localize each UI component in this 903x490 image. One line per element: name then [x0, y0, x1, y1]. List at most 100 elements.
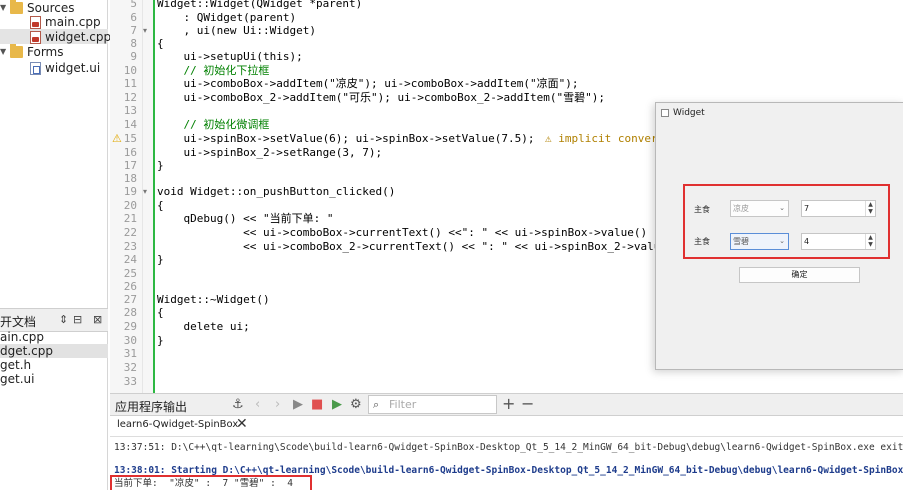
open-documents-title: 开文档 [0, 315, 37, 329]
line-number: 32 [123, 361, 137, 374]
chevron-down-icon[interactable]: ▼ [0, 0, 10, 16]
debug-run-icon[interactable]: ▶ [332, 397, 342, 412]
output-toolbar: 应用程序输出 ⚓ ‹ › ▶ ■ ▶ ⚙ ⌕ Filter + − [110, 393, 903, 416]
chevron-down-icon: ⌄ [779, 237, 785, 245]
line-number: 27 [123, 293, 137, 306]
open-doc-item[interactable]: ain.cpp [0, 330, 44, 344]
next-icon[interactable]: › [275, 397, 280, 412]
widget-app-window[interactable]: Widget 主食 凉皮 ⌄ 7 ▲ ▼ 主食 雪碧 ⌄ 4 ▲ ▼ 确定 [655, 102, 903, 370]
tab-output[interactable]: learn6-Qwidget-SpinBox [117, 419, 238, 430]
spin-up-icon[interactable]: ▲ [866, 201, 875, 208]
line-number: 5 [130, 0, 137, 10]
fold-toggle-icon[interactable]: ▾ [143, 185, 147, 199]
line-number: 18 [123, 172, 137, 185]
output-tabs: learn6-Qwidget-SpinBox ✕ [110, 416, 903, 437]
prev-icon[interactable]: ‹ [255, 397, 260, 412]
line-number: 13 [123, 104, 137, 117]
line-number: 26 [123, 280, 137, 293]
window-icon [661, 109, 669, 117]
open-documents-header: 开文档 ⇕ ⊟ ⊠ [0, 308, 108, 332]
code-editor[interactable]: 5 6 7 8 9 10 11 12 13 14 15 16 17 18 19 … [110, 0, 687, 393]
code-line: void Widget::on_pushButton_clicked() [157, 185, 396, 198]
warning-annotation: ⚠ implicit convers [545, 132, 665, 145]
gear-icon[interactable]: ⚙ [350, 397, 362, 412]
open-doc-item-selected[interactable]: dget.cpp [0, 344, 108, 358]
code-line: { [157, 199, 164, 212]
zoom-in-icon[interactable]: + [502, 394, 515, 413]
spin-up-icon[interactable]: ▲ [866, 234, 875, 241]
line-number: 31 [123, 347, 137, 360]
chevron-down-icon: ⌄ [779, 204, 785, 212]
spin-buttons[interactable]: ▲ ▼ [865, 201, 875, 216]
line-number: 21 [123, 212, 137, 225]
tree-item-main-cpp[interactable]: main.cpp [30, 14, 101, 30]
spin-buttons[interactable]: ▲ ▼ [865, 234, 875, 249]
line-number: 20 [123, 199, 137, 212]
warning-icon[interactable]: ⚠ [112, 132, 122, 146]
code-line: ui->comboBox_2->addItem("可乐"); ui->combo… [157, 91, 605, 104]
change-marker-bar [153, 0, 155, 393]
folder-icon [10, 0, 23, 14]
split-icon[interactable]: ⊟ [73, 313, 82, 326]
code-line: { [157, 306, 164, 319]
line-number: 22 [123, 226, 137, 239]
code-line: Widget::~Widget() [157, 293, 270, 306]
cpp-file-icon [30, 15, 41, 29]
code-line: ui->spinBox_2->setRange(3, 7); [157, 146, 383, 159]
run-icon[interactable]: ▶ [293, 397, 303, 412]
combo-value: 雪碧 [733, 237, 749, 246]
stop-icon[interactable]: ■ [311, 397, 323, 412]
attach-icon[interactable]: ⚓ [232, 397, 244, 412]
spin-box-1[interactable]: 7 ▲ ▼ [801, 200, 876, 217]
qt-creator-window: { "tree": { "items": [ {"label": "Source… [0, 0, 903, 490]
line-number: 28 [123, 306, 137, 319]
sort-arrows-icon[interactable]: ⇕ [59, 313, 68, 326]
line-number: 19 [123, 185, 137, 198]
tree-item-widget-cpp[interactable]: widget.cpp [30, 29, 111, 45]
line-number: 24 [123, 253, 137, 266]
code-line: : QWidget(parent) [157, 11, 297, 24]
zoom-out-icon[interactable]: − [521, 394, 534, 413]
code-line: { [157, 37, 164, 50]
code-line: ui->setupUi(this); [157, 50, 303, 63]
line-number: 33 [123, 375, 137, 388]
code-line: << ui->comboBox->currentText() <<": " <<… [157, 226, 648, 239]
folder-icon [10, 44, 23, 58]
output-line: 13:37:51: D:\C++\qt-learning\Scode\build… [114, 442, 903, 453]
spin-box-2[interactable]: 4 ▲ ▼ [801, 233, 876, 250]
open-doc-item[interactable]: get.ui [0, 372, 34, 386]
close-icon[interactable]: ✕ [236, 416, 248, 432]
combo-box-2[interactable]: 雪碧 ⌄ [730, 233, 789, 250]
highlight-box [110, 475, 312, 490]
project-tree: ▼ Sources main.cpp widget.cpp ▼ Forms wi… [0, 0, 111, 303]
line-number: 14 [123, 118, 137, 131]
code-line: Widget::Widget(QWidget *parent) [157, 0, 363, 10]
tree-item-widget-ui[interactable]: widget.ui [30, 60, 100, 76]
filter-input[interactable]: ⌕ Filter [368, 395, 497, 414]
combo-value: 凉皮 [733, 204, 749, 213]
ok-button[interactable]: 确定 [739, 267, 860, 283]
tree-item-forms[interactable]: ▼ Forms [0, 44, 63, 60]
line-number: 9 [130, 50, 137, 63]
close-panel-icon[interactable]: ⊠ [93, 313, 102, 326]
code-line: qDebug() << "当前下单: " [157, 212, 334, 225]
chevron-down-icon[interactable]: ▼ [0, 44, 10, 60]
spin-down-icon[interactable]: ▼ [866, 208, 875, 215]
open-documents-panel: 开文档 ⇕ ⊟ ⊠ ain.cpp dget.cpp get.h get.ui [0, 303, 108, 490]
line-number: 6 [130, 11, 137, 24]
tree-item-label: widget.cpp [45, 30, 112, 44]
line-number: 10 [123, 64, 137, 77]
spin-down-icon[interactable]: ▼ [866, 241, 875, 248]
line-number: 12 [123, 91, 137, 104]
fold-toggle-icon[interactable]: ▾ [143, 24, 147, 38]
line-number: 17 [123, 159, 137, 172]
line-number: 25 [123, 267, 137, 280]
open-doc-item[interactable]: get.h [0, 358, 31, 372]
line-number: 23 [123, 240, 137, 253]
line-number: 16 [123, 146, 137, 159]
code-line: << ui->comboBox_2->currentText() << ": "… [157, 240, 687, 253]
line-number: 7 [130, 24, 137, 37]
code-line: } [157, 253, 164, 266]
code-line: ui->spinBox->setValue(6); ui->spinBox->s… [157, 132, 535, 145]
combo-box-1[interactable]: 凉皮 ⌄ [730, 200, 789, 217]
